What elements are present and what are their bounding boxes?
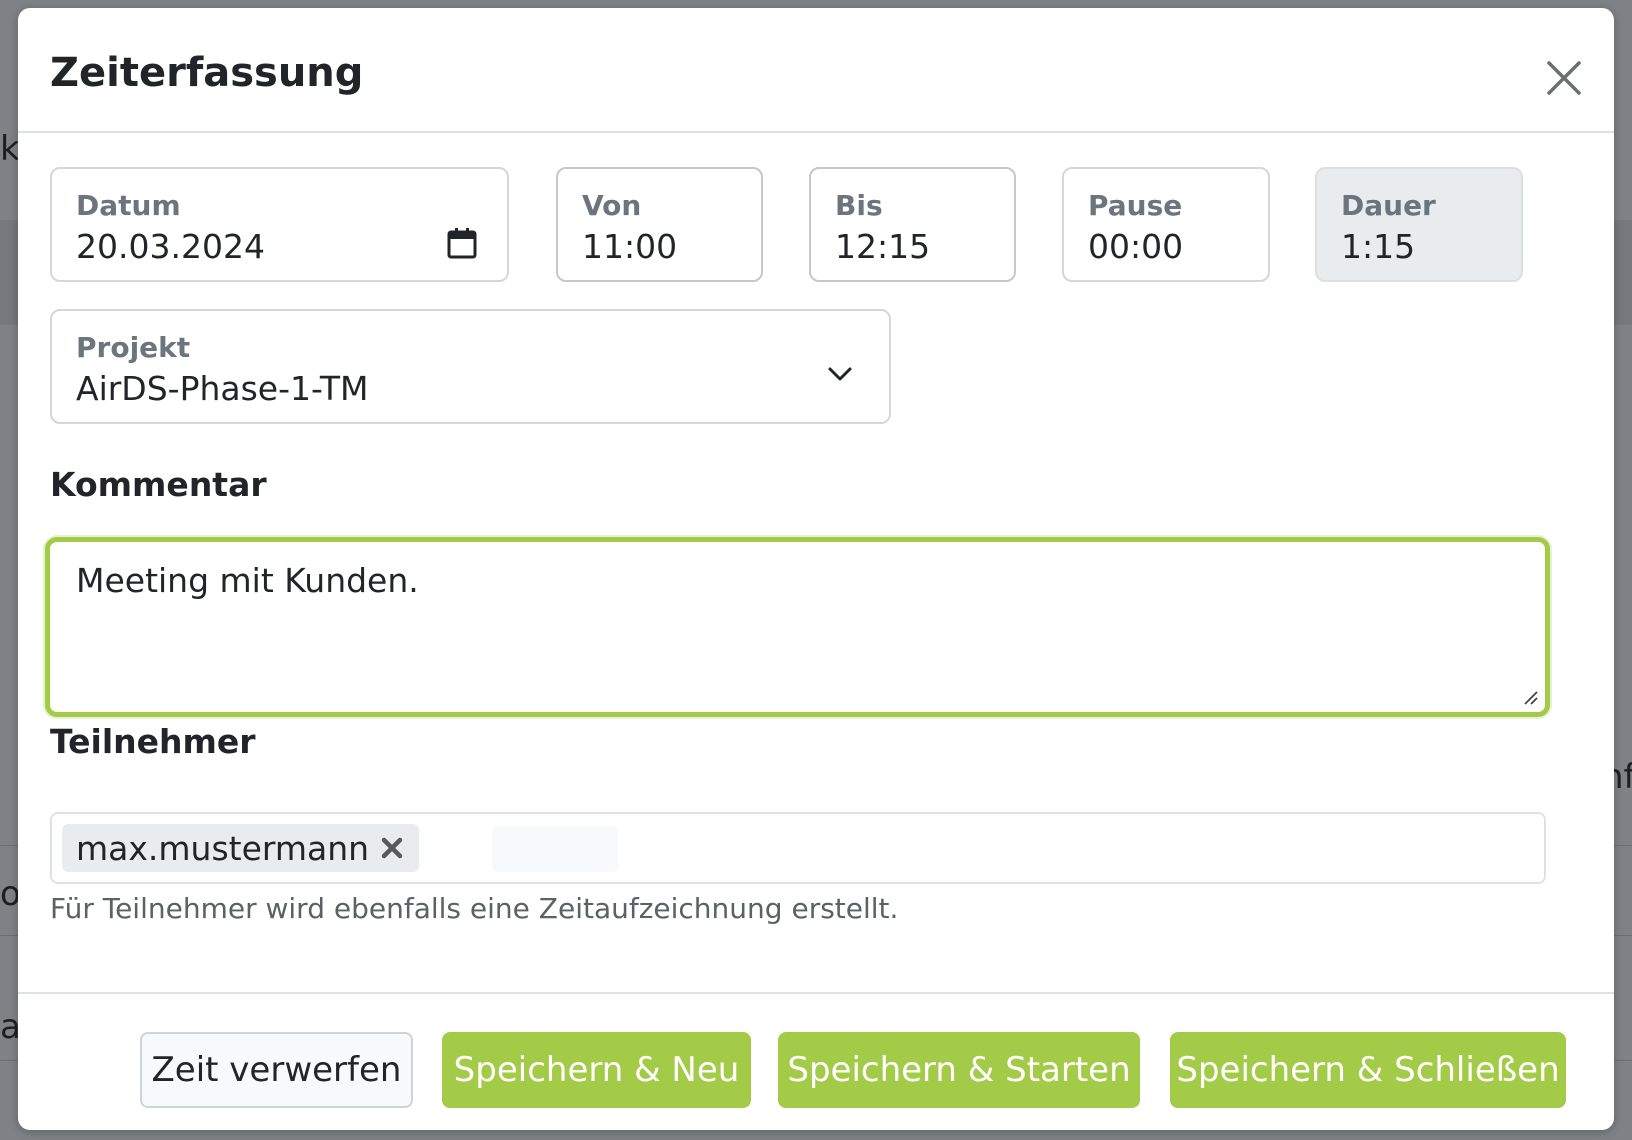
project-label: Projekt: [76, 331, 191, 364]
end-time-field[interactable]: Bis 12:15: [809, 167, 1016, 282]
calendar-icon[interactable]: [447, 227, 477, 259]
duration-label: Dauer: [1341, 189, 1436, 222]
modal-header: Zeiterfassung: [18, 8, 1614, 133]
discard-button[interactable]: Zeit verwerfen: [140, 1032, 413, 1108]
close-icon: [1547, 61, 1581, 95]
participants-label: Teilnehmer: [50, 722, 256, 761]
comment-text: Meeting mit Kunden.: [76, 561, 419, 600]
participants-hint: Für Teilnehmer wird ebenfalls eine Zeita…: [50, 892, 899, 925]
duration-field: Dauer 1:15: [1315, 167, 1523, 282]
date-label: Datum: [76, 189, 181, 222]
remove-tag-icon[interactable]: [379, 835, 405, 861]
resize-grip-icon[interactable]: [1521, 688, 1539, 706]
pause-label: Pause: [1088, 189, 1183, 222]
date-value: 20.03.2024: [76, 226, 265, 266]
modal-title: Zeiterfassung: [50, 50, 364, 96]
comment-textarea[interactable]: Meeting mit Kunden.: [45, 537, 1550, 717]
save-start-button[interactable]: Speichern & Starten: [778, 1032, 1140, 1108]
end-time-label: Bis: [835, 189, 883, 222]
pause-value: 00:00: [1088, 226, 1184, 266]
comment-label: Kommentar: [50, 465, 267, 504]
start-time-field[interactable]: Von 11:00: [556, 167, 763, 282]
start-time-value: 11:00: [582, 226, 678, 266]
participant-search-input[interactable]: [492, 826, 618, 872]
duration-value: 1:15: [1341, 226, 1416, 266]
modal-body: Datum 20.03.2024 Von 11:00 Bis 12:15 Pau…: [18, 135, 1614, 992]
chevron-down-icon: [828, 367, 852, 381]
time-entry-modal: Zeiterfassung Datum 20.03.2024 Von 11:00: [18, 8, 1614, 1130]
participant-tag-label: max.mustermann: [76, 828, 370, 868]
close-button[interactable]: [1544, 58, 1584, 98]
pause-field[interactable]: Pause 00:00: [1062, 167, 1270, 282]
participants-input[interactable]: max.mustermann: [50, 812, 1546, 884]
save-close-button[interactable]: Speichern & Schließen: [1170, 1032, 1566, 1108]
start-time-label: Von: [582, 189, 642, 222]
project-select[interactable]: Projekt AirDS-Phase-1-TM: [50, 309, 891, 424]
background-text-fragment: k: [0, 129, 20, 169]
modal-footer: Zeit verwerfen Speichern & Neu Speichern…: [18, 992, 1614, 1130]
date-field[interactable]: Datum 20.03.2024: [50, 167, 509, 282]
project-value: AirDS-Phase-1-TM: [76, 368, 369, 408]
participant-tag: max.mustermann: [62, 824, 420, 872]
save-new-button[interactable]: Speichern & Neu: [442, 1032, 751, 1108]
end-time-value: 12:15: [835, 226, 931, 266]
